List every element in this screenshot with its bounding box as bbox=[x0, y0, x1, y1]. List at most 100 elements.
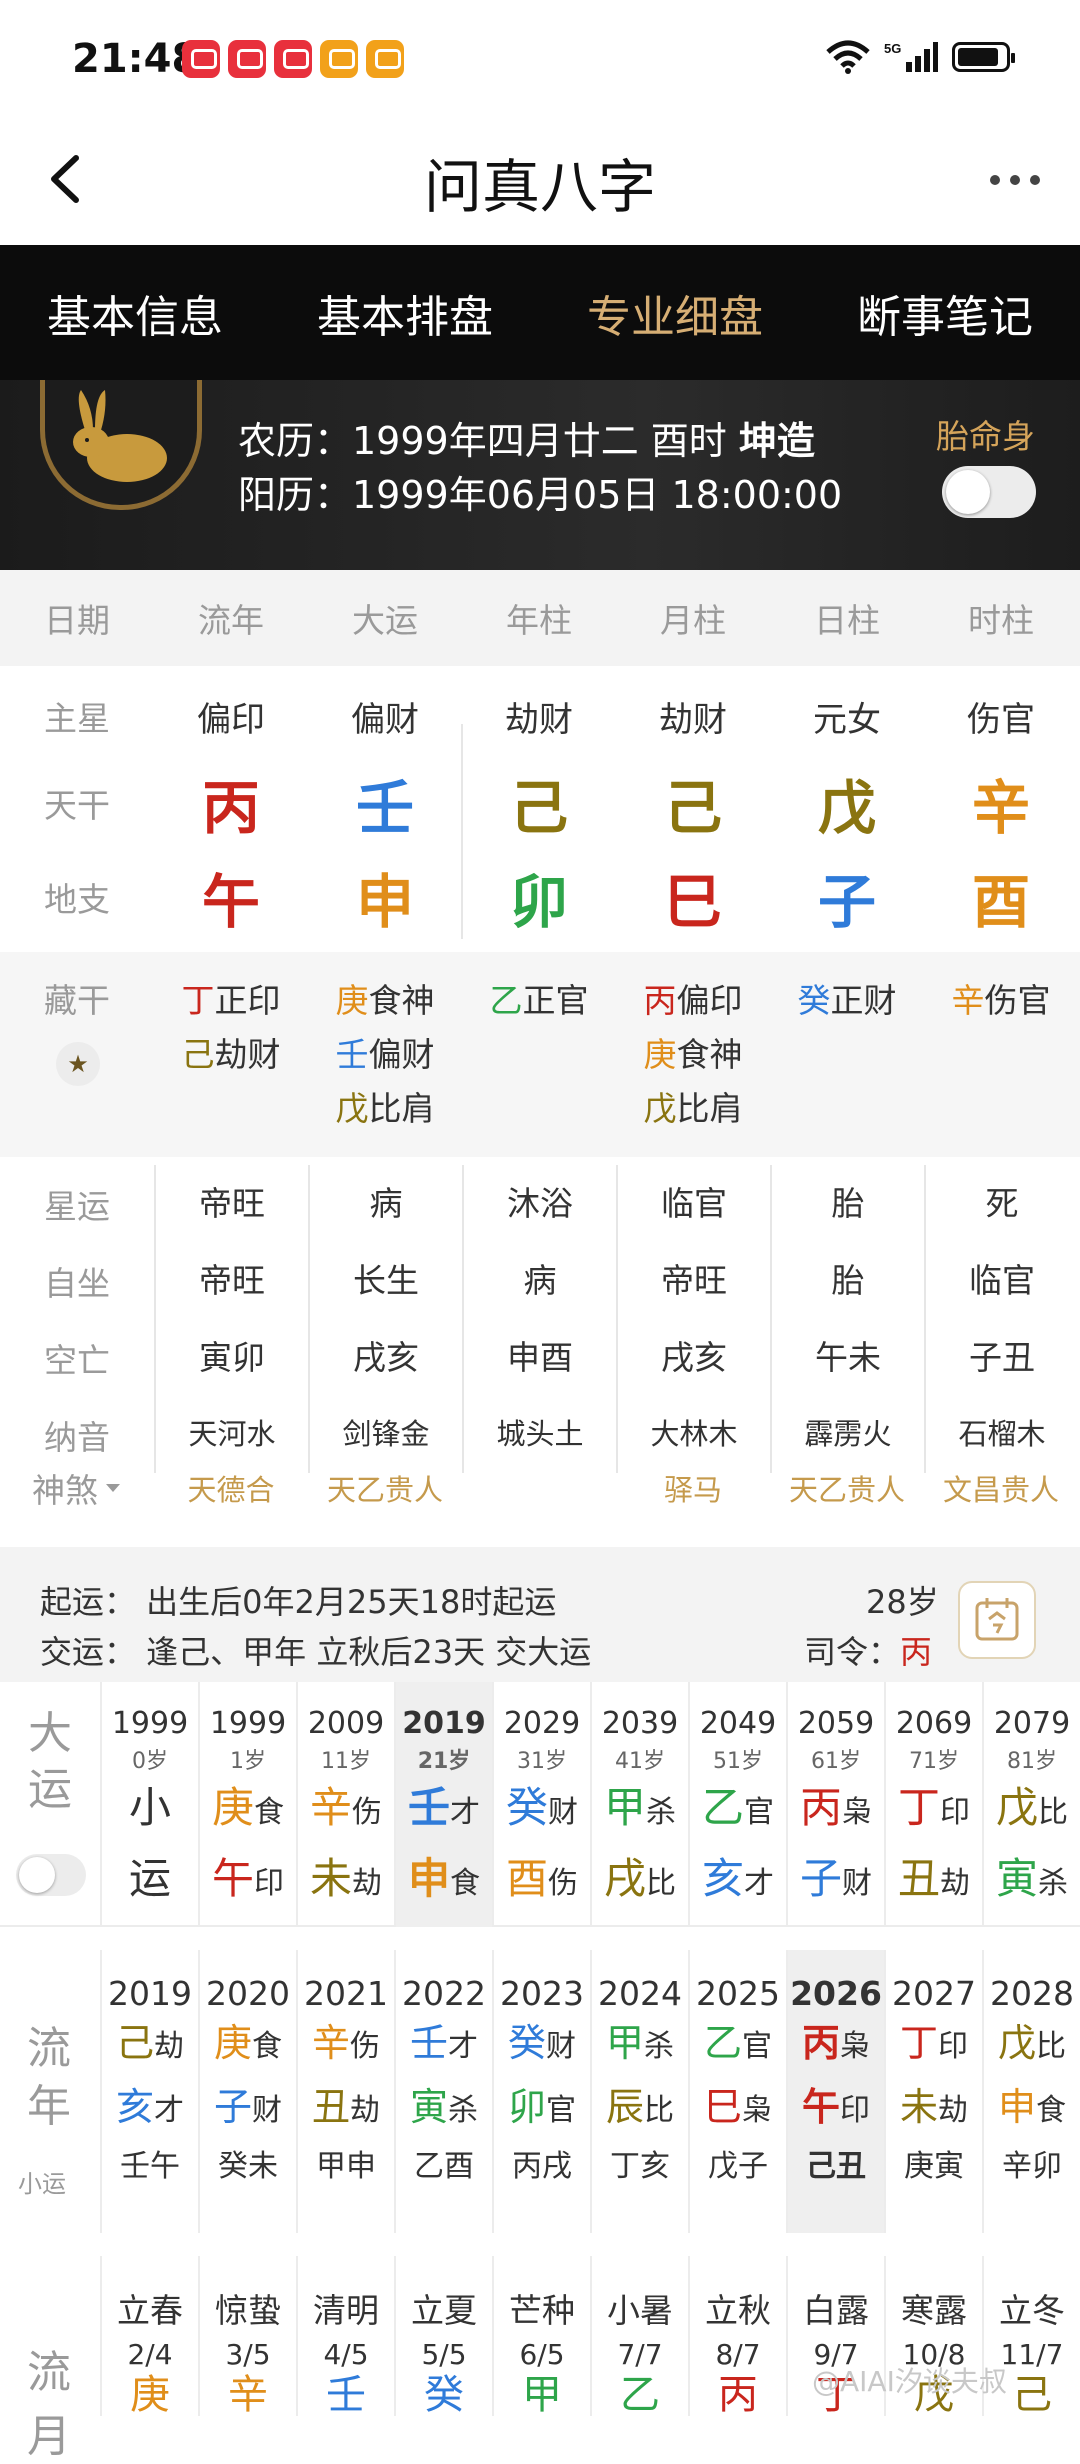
branch-god: 印 bbox=[254, 1866, 284, 1901]
lunar-date: 农历：1999年四月廿二 酉时 坤造 bbox=[238, 410, 815, 465]
stem-god: 比 bbox=[1038, 1795, 1068, 1830]
tiangan-cell[interactable]: 己 bbox=[462, 761, 616, 845]
main-star-cell: 偏印 bbox=[197, 699, 265, 740]
stem-char: 己 bbox=[115, 2021, 154, 2065]
tab-basic-info[interactable]: 基本信息 bbox=[0, 281, 270, 345]
shensha-cell[interactable]: 天乙贵人 bbox=[770, 1467, 924, 1509]
liuyue-column[interactable]: 惊蛰 3/5 辛 bbox=[198, 2256, 296, 2418]
shensha-cell[interactable]: 天乙贵人 bbox=[308, 1467, 462, 1509]
tab-basic-chart[interactable]: 基本排盘 bbox=[270, 281, 540, 345]
liunian-year: 2028 bbox=[990, 1974, 1074, 2013]
detail-cell: 戌亥 bbox=[616, 1319, 770, 1396]
more-icon[interactable] bbox=[980, 145, 1050, 215]
canggan-stem: 癸 bbox=[797, 981, 831, 1020]
dizhi-row: 地支 午 申 卯 巳 子 酉 bbox=[0, 850, 1080, 944]
dizhi-cell[interactable]: 卯 bbox=[462, 855, 616, 939]
branch-char: 酉 bbox=[505, 1854, 548, 1903]
liunian-column[interactable]: 2022 壬才 寅杀 乙酉 bbox=[394, 1950, 492, 2233]
liunian-column[interactable]: 2024 甲杀 辰比 丁亥 bbox=[590, 1950, 688, 2233]
canggan-item: 戊比肩 bbox=[616, 1082, 770, 1136]
detail-cell: 病 bbox=[462, 1242, 616, 1319]
tab-professional-chart[interactable]: 专业细盘 bbox=[540, 281, 810, 345]
liunian-column[interactable]: 2025 乙官 巳枭 戊子 bbox=[688, 1950, 786, 2233]
detail-cell: 临官 bbox=[616, 1165, 770, 1242]
liunian-column[interactable]: 2021 辛伤 丑劫 甲申 bbox=[296, 1950, 394, 2233]
tiangan-cell[interactable]: 戊 bbox=[770, 761, 924, 845]
dayun-column[interactable]: 2039 41岁 甲杀 戌比 bbox=[590, 1682, 688, 1927]
detail-row: 空亡 寅卯 戌亥 申酉 戌亥 午未 子丑 bbox=[0, 1319, 1080, 1396]
notification-icons bbox=[182, 40, 404, 78]
canggan-god: 偏财 bbox=[368, 1035, 435, 1074]
star-icon[interactable]: ★ bbox=[56, 1042, 100, 1086]
dayun-column[interactable]: 2079 81岁 戊比 寅杀 bbox=[982, 1682, 1080, 1927]
stem-char: 丙 bbox=[801, 2021, 840, 2065]
liunian-column[interactable]: 2020 庚食 子财 癸未 bbox=[198, 1950, 296, 2233]
stem-char: 辛 bbox=[311, 2021, 350, 2065]
taiming-toggle[interactable] bbox=[942, 466, 1036, 518]
dayun-column[interactable]: 2029 31岁 癸财 酉伤 bbox=[492, 1682, 590, 1927]
canggan-stem: 庚 bbox=[643, 1035, 677, 1074]
dayun-year: 2039 bbox=[601, 1706, 679, 1741]
canggan-stem: 丙 bbox=[643, 981, 677, 1020]
liunian-column[interactable]: 2028 戊比 申食 辛卯 bbox=[982, 1950, 1080, 2233]
liunian-stem: 丁印 bbox=[886, 2013, 982, 2077]
dayun-column[interactable]: 2009 11岁 辛伤 未劫 bbox=[296, 1682, 394, 1927]
canggan-stem: 己 bbox=[181, 1035, 215, 1074]
liunian-column[interactable]: 2023 癸财 卯官 丙戌 bbox=[492, 1950, 590, 2233]
shensha-cell[interactable]: 驿马 bbox=[616, 1467, 770, 1509]
main-star-cell: 劫财 bbox=[659, 699, 727, 740]
canggan-god: 正财 bbox=[830, 981, 897, 1020]
canggan-item: 戊比肩 bbox=[308, 1082, 462, 1136]
dayun-toggle[interactable] bbox=[16, 1854, 86, 1896]
liuyue-column[interactable]: 立秋 8/7 丙 bbox=[688, 2256, 786, 2418]
branch-god: 官 bbox=[546, 2093, 576, 2128]
dizhi-cell[interactable]: 巳 bbox=[616, 855, 770, 939]
tiangan-cell[interactable]: 辛 bbox=[924, 761, 1078, 845]
shensha-cell[interactable]: 文昌贵人 bbox=[924, 1467, 1078, 1509]
tiangan-cell[interactable]: 丙 bbox=[154, 761, 308, 845]
pillars-table: 主星 偏印 偏财 劫财 劫财 元女 伤官 天干 丙 壬 己 己 戊 辛 地支 午… bbox=[0, 666, 1080, 952]
detail-cell: 子丑 bbox=[924, 1319, 1078, 1396]
stem-char: 乙 bbox=[703, 2021, 742, 2065]
tiangan-cell[interactable]: 壬 bbox=[308, 761, 462, 845]
liuyue-column[interactable]: 小暑 7/7 乙 bbox=[590, 2256, 688, 2418]
branch-god: 印 bbox=[840, 2093, 870, 2128]
tiangan-cell[interactable]: 己 bbox=[616, 761, 770, 845]
dayun-column[interactable]: 2059 61岁 丙枭 子财 bbox=[786, 1682, 884, 1927]
liunian-branch: 丑劫 bbox=[298, 2077, 394, 2141]
dizhi-cell[interactable]: 子 bbox=[770, 855, 924, 939]
liuyue-column[interactable]: 立春 2/4 庚 bbox=[100, 2256, 198, 2418]
shensha-dropdown[interactable]: 神煞 bbox=[0, 1464, 154, 1512]
dayun-stem: 庚食 bbox=[200, 1775, 296, 1846]
dizhi-cell[interactable]: 午 bbox=[154, 855, 308, 939]
canggan-stem: 辛 bbox=[951, 981, 985, 1020]
tab-notes[interactable]: 断事笔记 bbox=[810, 281, 1080, 345]
branch-char: 巳 bbox=[703, 2085, 742, 2129]
liuyue-column[interactable]: 清明 4/5 壬 bbox=[296, 2256, 394, 2418]
dizhi-cell[interactable]: 申 bbox=[308, 855, 462, 939]
liunian-column[interactable]: 2019 己劫 亥才 壬午 bbox=[100, 1950, 198, 2233]
gender-label: 坤造 bbox=[738, 419, 815, 463]
branch-god: 比 bbox=[644, 2093, 674, 2128]
stem-char: 壬 bbox=[409, 2021, 448, 2065]
liunian-year: 2020 bbox=[206, 1974, 290, 2013]
dayun-stem: 壬才 bbox=[396, 1775, 492, 1846]
shensha-cell[interactable]: 天德合 bbox=[154, 1467, 308, 1509]
xiaoyun-ganzhi: 戊子 bbox=[708, 2149, 768, 2184]
calendar-today-button[interactable] bbox=[958, 1581, 1036, 1659]
dayun-column[interactable]: 1999 0岁小运 bbox=[100, 1682, 198, 1927]
solar-term: 小暑 bbox=[607, 2291, 673, 2330]
canggan-item: 丙偏印 bbox=[616, 974, 770, 1028]
stem-god: 才 bbox=[448, 2029, 478, 2064]
liunian-column[interactable]: 2026 丙枭 午印 己丑 bbox=[786, 1950, 884, 2233]
dayun-stem: 小 bbox=[102, 1775, 198, 1846]
dayun-column[interactable]: 1999 1岁 庚食 午印 bbox=[198, 1682, 296, 1927]
liunian-column[interactable]: 2027 丁印 未劫 庚寅 bbox=[884, 1950, 982, 2233]
liuyue-column[interactable]: 立夏 5/5 癸 bbox=[394, 2256, 492, 2418]
liuyue-column[interactable]: 芒种 6/5 甲 bbox=[492, 2256, 590, 2418]
dayun-column[interactable]: 2069 71岁 丁印 丑劫 bbox=[884, 1682, 982, 1927]
dayun-column[interactable]: 2049 51岁 乙官 亥才 bbox=[688, 1682, 786, 1927]
dayun-branch: 午印 bbox=[200, 1846, 296, 1917]
dayun-column[interactable]: 2019 21岁 壬才 申食 bbox=[394, 1682, 492, 1927]
dizhi-cell[interactable]: 酉 bbox=[924, 855, 1078, 939]
